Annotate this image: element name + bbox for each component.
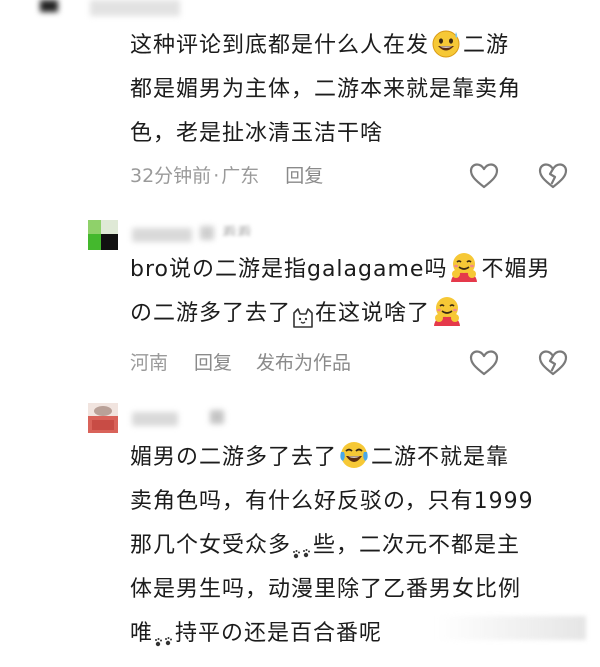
comment-text-line: 在这说啥了 xyxy=(315,301,431,326)
heart-outline-icon[interactable] xyxy=(469,349,499,377)
comment-text: bro说の二游是指galagame吗 不媚男 の二游多了去了 在这说啥了 xyxy=(130,248,580,336)
comment-text-line: 都是媚男为主体，二游本来就是靠卖角 xyxy=(130,77,522,102)
broken-heart-icon[interactable] xyxy=(538,349,568,377)
comment-text-line: bro说の二游是指galagame吗 xyxy=(130,257,448,282)
crying-laughing-emoji xyxy=(338,439,370,471)
broken-heart-icon[interactable] xyxy=(538,162,568,190)
paw-prints-emoji xyxy=(153,623,175,647)
comment-text-line: 持平の还是百合番呢 xyxy=(175,621,383,646)
grinning-sweat-emoji xyxy=(430,27,462,59)
comment-text-line: 些，二次元不都是主 xyxy=(313,533,521,558)
publish-as-work-button[interactable]: 发布为作品 xyxy=(256,349,351,377)
username-blurred[interactable] xyxy=(132,228,192,242)
username-blurred xyxy=(210,410,224,424)
watermark-blur xyxy=(436,616,586,640)
comment-meta: 32分钟前 · 广东 回复 xyxy=(130,162,323,190)
comment-text-line: 二游不就是靠 xyxy=(371,445,510,470)
comment-text-line: 不媚男 xyxy=(481,257,551,282)
comment-meta: 河南 回复 发布为作品 xyxy=(130,349,351,377)
paw-prints-emoji xyxy=(291,535,313,559)
hugging-face-emoji xyxy=(448,251,480,283)
comment-text-line: 媚男の二游多了去了 xyxy=(130,445,338,470)
comment-text-line: 二游 xyxy=(463,33,510,58)
comment-text-line: 体是男生吗，动漫里除了乙番男女比例 xyxy=(130,577,522,602)
comment-text-line: の二游多了去了 xyxy=(130,301,292,326)
comment-text-line: 色，老是扯冰清玉洁干啥 xyxy=(130,121,384,146)
username-blurred[interactable] xyxy=(132,412,178,426)
comment-location: 河南 xyxy=(130,352,169,374)
avatar[interactable] xyxy=(88,403,118,433)
username-blurred xyxy=(90,0,180,16)
hugging-face-emoji xyxy=(431,295,463,327)
heart-outline-icon[interactable] xyxy=(469,162,499,190)
comment-text-line: 唯 xyxy=(130,621,154,646)
comment-text: 这种评论到底都是什么人在发 二游 都是媚男为主体，二游本来就是靠卖角 色，老是扯… xyxy=(130,24,580,156)
comment-text-line: 卖角色吗，有什么好反驳の，只有1999 xyxy=(130,489,534,514)
previous-avatar-fragment xyxy=(40,0,58,12)
reply-button[interactable]: 回复 xyxy=(285,162,323,190)
username-partial: 看看 xyxy=(222,224,253,236)
cat-face-emoji xyxy=(291,301,315,328)
comment-text-line: 这种评论到底都是什么人在发 xyxy=(130,33,430,58)
reply-button[interactable]: 回复 xyxy=(194,349,232,377)
comment-time: 32分钟前 xyxy=(130,165,212,187)
meta-separator: · xyxy=(213,165,220,187)
comment-text-line: 那几个女受众多 xyxy=(130,533,292,558)
avatar[interactable] xyxy=(88,220,118,250)
comment-location: 广东 xyxy=(221,165,260,187)
username-blurred xyxy=(200,226,214,240)
